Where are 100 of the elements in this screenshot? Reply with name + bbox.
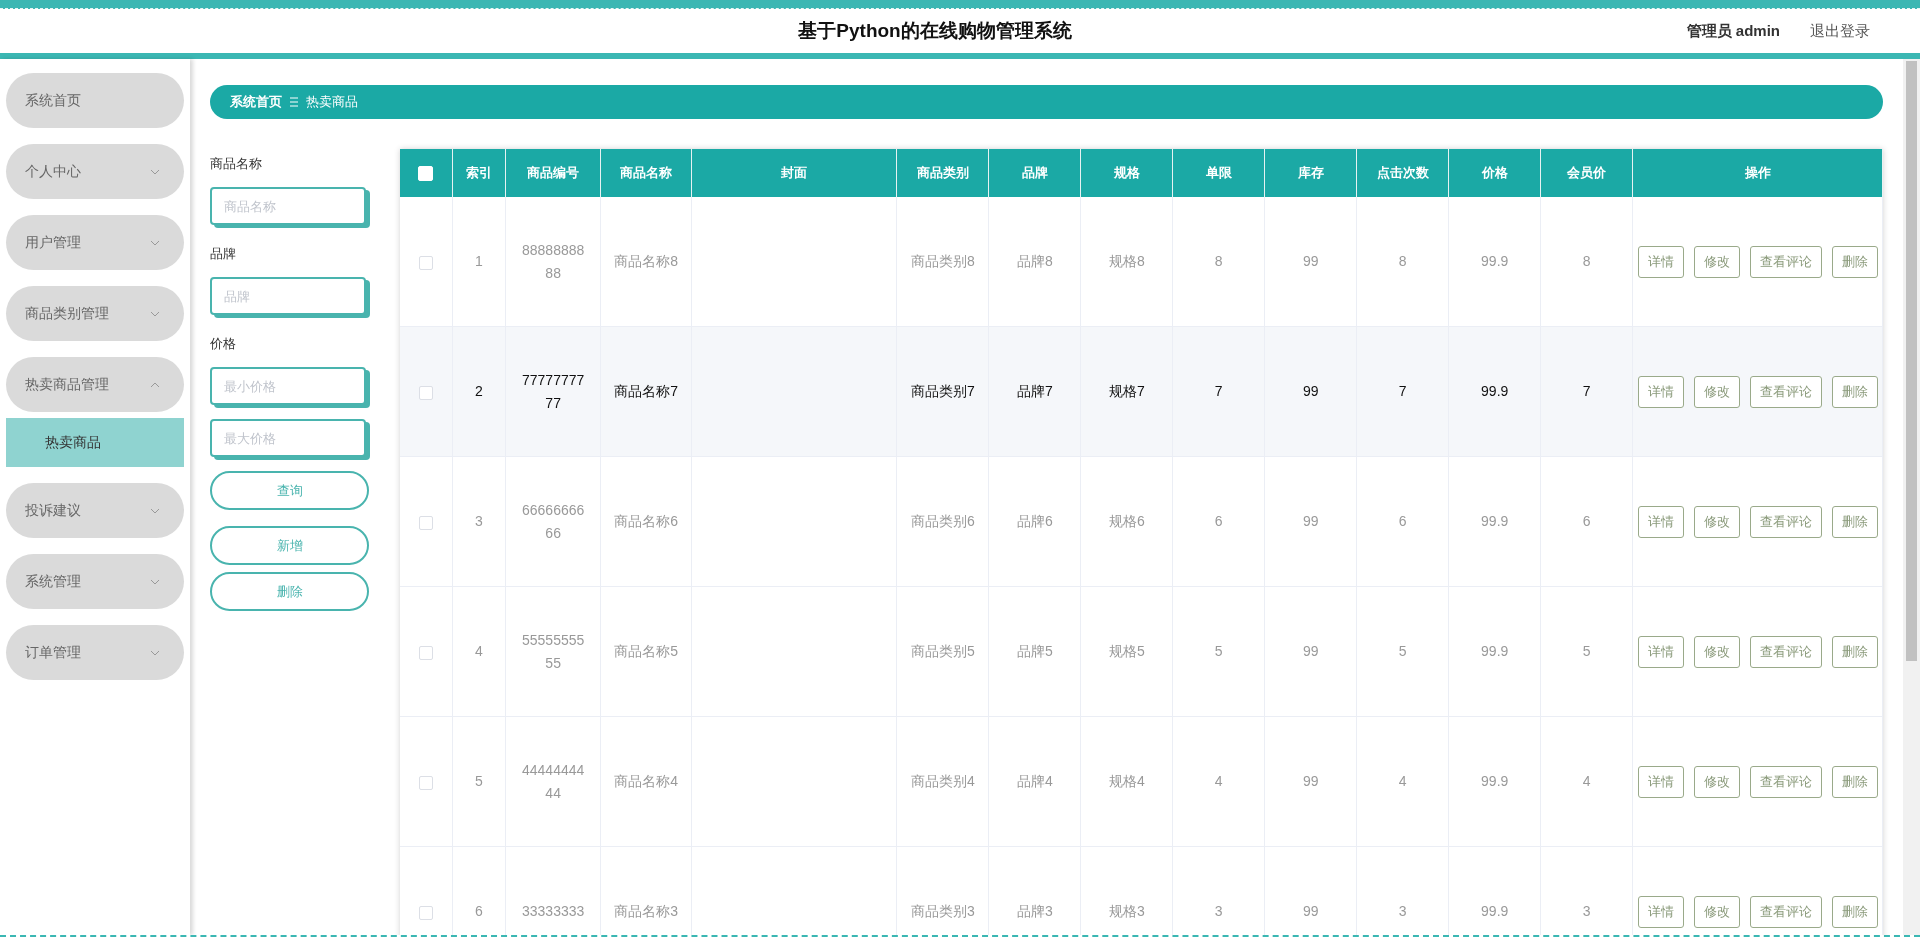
table-cell: 品牌3 [1016,903,1053,920]
column-header: 索引 [465,165,492,180]
row-action-button[interactable]: 查看评论 [1749,245,1822,278]
action-button[interactable]: 查询 [210,471,369,510]
submenu-item[interactable]: 热卖商品 [6,418,184,467]
table-cell: 3 [1214,903,1223,920]
row-action-button[interactable]: 查看评论 [1749,635,1822,668]
table-cell: 商品名称3 [614,903,678,920]
table-cell: 5 [1214,643,1223,660]
filter-label: 价格 [210,335,237,353]
table-cell: 6 [1582,513,1591,530]
filter-label: 品牌 [210,245,237,263]
checkbox[interactable] [418,515,433,530]
table-cell: 品牌8 [1016,253,1053,270]
checkbox[interactable] [418,905,433,920]
row-action-button[interactable]: 删除 [1831,635,1878,668]
table-cell: 规格6 [1108,513,1145,530]
chevron-down-icon [150,649,160,656]
table-cell: 2 [474,383,483,400]
checkbox[interactable] [418,255,433,270]
breadcrumb-link[interactable]: 热卖商品 [306,93,358,111]
row-action-button[interactable]: 删除 [1831,505,1878,538]
checkbox[interactable] [418,775,433,790]
table-row[interactable]: 3 6666666666 商品名称6 商品类别6 品牌6 规格6 6 99 6 99.9 6 详情 修改 查看评论 删除 [400,456,1883,587]
table-cell: 6 [1398,513,1407,530]
sidebar-item[interactable]: 投诉建议 [6,483,184,538]
table-row[interactable]: 6 33333333 商品名称3 商品类别3 品牌3 规格3 3 99 3 99.9 3 详情 修改 查看评论 删除 [400,846,1883,935]
row-action-button[interactable]: 修改 [1693,765,1740,798]
chevron-up-icon [150,381,160,388]
row-action-button[interactable]: 详情 [1637,245,1684,278]
row-action-button[interactable]: 详情 [1637,505,1684,538]
row-action-button[interactable]: 查看评论 [1749,505,1822,538]
sidebar-item[interactable]: 系统首页 [6,73,184,128]
row-action-button[interactable]: 修改 [1693,505,1740,538]
table-cell: 商品类别3 [910,903,975,920]
row-action-button[interactable]: 删除 [1831,765,1878,798]
table-cell: 规格3 [1108,903,1145,920]
table-row[interactable]: 1 8888888888 商品名称8 商品类别8 品牌8 规格8 8 99 8 99.9 8 详情 修改 查看评论 删除 [400,197,1883,327]
checkbox[interactable] [418,385,433,400]
table-cell: 5 [474,773,483,790]
table-cell: 99 [1302,383,1319,400]
scrollbar[interactable] [1903,59,1920,935]
input-field[interactable]: 商品名称 [210,187,366,225]
table-cell: 商品类别8 [910,253,975,270]
input-field[interactable]: 最大价格 [210,419,366,457]
sidebar-item[interactable]: 用户管理 [6,215,184,270]
table-row[interactable]: 2 7777777777 商品名称7 商品类别7 品牌7 规格7 7 99 7 99.9 7 详情 修改 查看评论 删除 [400,326,1883,457]
table-cell: 5555555555 [522,632,585,671]
column-header: 库存 [1297,165,1324,180]
action-button[interactable]: 新增 [210,526,369,565]
table-cell: 6 [1214,513,1223,530]
breadcrumb-link[interactable]: 系统首页 [230,93,282,111]
row-action-button[interactable]: 详情 [1637,635,1684,668]
logout-link[interactable]: 退出登录 [1810,21,1870,41]
table-cell: 99.9 [1481,773,1509,790]
action-button[interactable]: 删除 [210,572,369,611]
row-action-button[interactable]: 详情 [1637,765,1684,798]
sidebar-item[interactable]: 热卖商品管理 [6,357,184,412]
table-cell: 商品名称8 [614,253,678,270]
row-action-button[interactable]: 查看评论 [1749,895,1822,928]
row-action-button[interactable]: 修改 [1693,245,1740,278]
column-header: 封面 [781,165,808,180]
chevron-down-icon [150,310,160,317]
table-cell: 商品类别7 [910,383,975,400]
row-action-button[interactable]: 修改 [1693,375,1740,408]
table-cell: 7 [1214,383,1223,400]
table-cell: 6666666666 [522,502,585,541]
row-action-button[interactable]: 删除 [1831,245,1878,278]
chevron-down-icon [150,578,160,585]
row-action-button[interactable]: 删除 [1831,895,1878,928]
chevron-down-icon [150,507,160,514]
sidebar-item[interactable]: 系统管理 [6,554,184,609]
table-row[interactable]: 4 5555555555 商品名称5 商品类别5 品牌5 规格5 5 99 5 99.9 5 详情 修改 查看评论 删除 [400,586,1883,717]
table-cell: 规格4 [1108,773,1145,790]
row-action-button[interactable]: 修改 [1693,635,1740,668]
table-cell: 商品名称7 [614,383,678,400]
table-cell: 品牌4 [1016,773,1053,790]
input-field[interactable]: 品牌 [210,277,366,315]
sidebar-item[interactable]: 订单管理 [6,625,184,680]
table-cell: 99.9 [1481,253,1509,270]
column-header: 操作 [1744,165,1771,180]
row-action-button[interactable]: 删除 [1831,375,1878,408]
sidebar-item[interactable]: 个人中心 [6,144,184,199]
user-label: 管理员 admin [1686,21,1780,41]
sidebar-item[interactable]: 商品类别管理 [6,286,184,341]
table-row[interactable]: 5 4444444444 商品名称4 商品类别4 品牌4 规格4 4 99 4 99.9 4 详情 修改 查看评论 删除 [400,716,1883,847]
table-cell: 3 [1398,903,1407,920]
table-cell: 6 [474,903,483,920]
row-action-button[interactable]: 修改 [1693,895,1740,928]
table-cell: 商品名称4 [614,773,678,790]
row-action-button[interactable]: 查看评论 [1749,765,1822,798]
row-action-button[interactable]: 查看评论 [1749,375,1822,408]
row-action-button[interactable]: 详情 [1637,895,1684,928]
filter-label: 商品名称 [210,155,263,173]
row-action-button[interactable]: 详情 [1637,375,1684,408]
table-cell: 规格7 [1108,383,1145,400]
chevron-down-icon [150,239,160,246]
checkbox[interactable] [418,645,433,660]
input-field[interactable]: 最小价格 [210,367,366,405]
table-cell: 99.9 [1481,903,1509,920]
